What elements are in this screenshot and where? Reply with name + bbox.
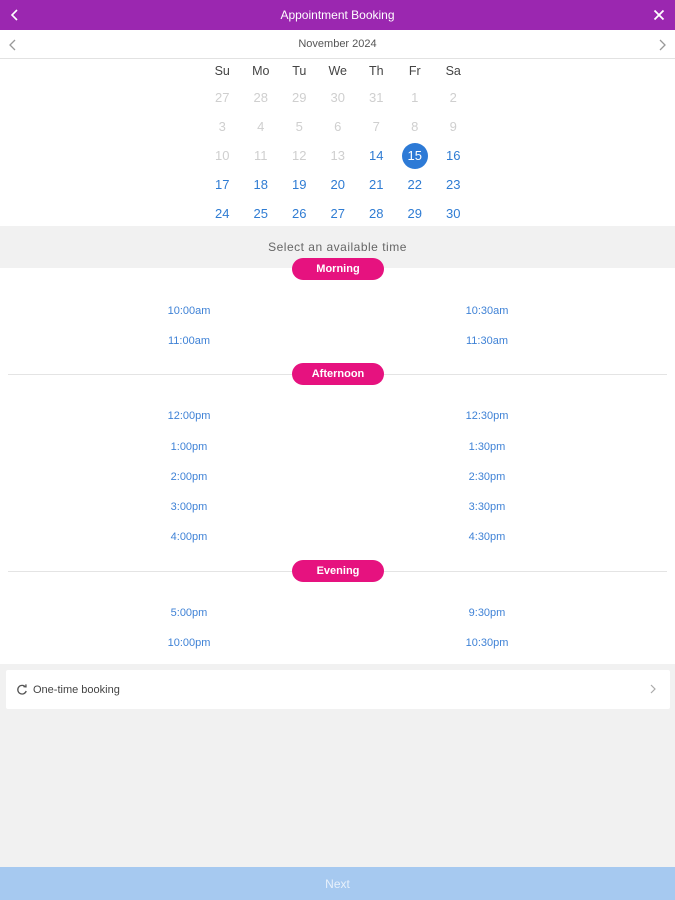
time-slot[interactable]: 9:30pm <box>442 603 532 623</box>
time-slot[interactable]: 4:00pm <box>144 527 234 547</box>
page-title: Appointment Booking <box>280 8 395 22</box>
calendar-day-available[interactable]: 19 <box>280 170 319 199</box>
time-slot[interactable]: 1:30pm <box>442 437 532 457</box>
time-slot[interactable]: 5:00pm <box>144 603 234 623</box>
time-slot[interactable]: 4:30pm <box>442 527 532 547</box>
section-pill-afternoon: Afternoon <box>292 363 384 385</box>
calendar-day-available[interactable]: 29 <box>396 199 435 228</box>
calendar-day-disabled: 7 <box>372 119 380 134</box>
time-slots-panel: Morning 10:00am 10:30am 11:00am 11:30am … <box>0 258 675 664</box>
time-prompt: Select an available time <box>268 240 407 254</box>
weekday-label: Sa <box>445 64 461 78</box>
calendar-day-disabled: 2 <box>449 90 457 105</box>
calendar-day-disabled: 6 <box>334 119 342 134</box>
weekday-label: We <box>328 64 348 78</box>
calendar-day-disabled: 12 <box>292 148 307 163</box>
chevron-right-icon <box>646 682 660 696</box>
time-slot[interactable]: 12:30pm <box>442 406 532 426</box>
calendar-day-available[interactable]: 30 <box>434 199 473 228</box>
chevron-left-icon <box>10 9 18 21</box>
time-slot[interactable]: 3:00pm <box>144 497 234 517</box>
booking-type-label: One-time booking <box>33 683 120 696</box>
section-pill-morning: Morning <box>292 258 384 280</box>
calendar-day-available[interactable]: 22 <box>396 170 435 199</box>
weekday-label: Mo <box>252 64 270 78</box>
calendar-day-available[interactable]: 23 <box>434 170 473 199</box>
time-slot[interactable]: 2:00pm <box>144 467 234 487</box>
calendar-day-disabled: 9 <box>449 119 457 134</box>
weekday-label: Tu <box>292 64 307 78</box>
calendar-day-disabled: 5 <box>295 119 303 134</box>
calendar-day-disabled: 29 <box>292 90 307 105</box>
section-pill-evening: Evening <box>292 560 384 582</box>
calendar-day-disabled: 11 <box>254 148 268 163</box>
weekday-label: Su <box>214 64 230 78</box>
time-slot[interactable]: 1:00pm <box>144 437 234 457</box>
time-slot[interactable]: 2:30pm <box>442 467 532 487</box>
calendar-day-disabled: 4 <box>257 119 265 134</box>
close-button[interactable] <box>649 5 669 25</box>
back-button[interactable] <box>5 5 25 25</box>
calendar-day-available[interactable]: 14 <box>357 141 396 170</box>
calendar-day-disabled: 8 <box>411 119 419 134</box>
calendar-day-disabled: 27 <box>215 90 230 105</box>
time-slot[interactable]: 10:30am <box>442 301 532 321</box>
chevron-right-icon <box>659 39 666 51</box>
chevron-left-icon <box>9 39 16 51</box>
calendar-day-disabled: 31 <box>369 90 384 105</box>
header-bar: Appointment Booking <box>0 0 675 30</box>
time-slot[interactable]: 11:30am <box>442 331 532 351</box>
calendar-day-disabled: 10 <box>215 148 230 163</box>
prev-month-button[interactable] <box>4 36 22 54</box>
calendar-day-selected[interactable]: 15 <box>396 141 435 170</box>
calendar-day-available[interactable]: 26 <box>280 199 319 228</box>
close-icon <box>653 9 665 21</box>
calendar-day-disabled: 1 <box>411 90 419 105</box>
calendar-day-available[interactable]: 27 <box>319 199 358 228</box>
time-slot[interactable]: 10:00pm <box>144 633 234 653</box>
time-slot[interactable]: 12:00pm <box>144 406 234 426</box>
repeat-icon <box>15 683 29 697</box>
weekday-label: Fr <box>408 64 421 78</box>
next-button[interactable]: Next <box>0 867 675 900</box>
calendar-day-disabled: 13 <box>330 148 345 163</box>
time-slot[interactable]: 11:00am <box>144 331 234 351</box>
calendar: Su Mo Tu We Th Fr Sa 27 28 29 30 31 1 2 3 4 5 6 7 8 9 10 11 12 1… <box>0 59 675 226</box>
calendar-day-available[interactable]: 28 <box>357 199 396 228</box>
time-slot[interactable]: 10:30pm <box>442 633 532 653</box>
booking-type-row[interactable]: One-time booking <box>6 670 670 709</box>
time-slot[interactable]: 10:00am <box>144 301 234 321</box>
calendar-day-disabled: 30 <box>330 90 345 105</box>
time-slot[interactable]: 3:30pm <box>442 497 532 517</box>
calendar-day-available[interactable]: 25 <box>242 199 281 228</box>
next-month-button[interactable] <box>653 36 671 54</box>
weekday-label: Th <box>368 64 384 78</box>
calendar-day-available[interactable]: 24 <box>203 199 242 228</box>
calendar-day-number: 15 <box>401 142 428 169</box>
month-label: November 2024 <box>298 38 377 50</box>
calendar-day-disabled: 3 <box>218 119 226 134</box>
calendar-day-available[interactable]: 17 <box>203 170 242 199</box>
calendar-day-available[interactable]: 21 <box>357 170 396 199</box>
calendar-grid: Su Mo Tu We Th Fr Sa 27 28 29 30 31 1 2 3 4 5 6 7 8 9 10 11 12 1… <box>203 59 473 228</box>
calendar-day-disabled: 28 <box>253 90 268 105</box>
month-navigator: November 2024 <box>0 30 675 59</box>
calendar-day-available[interactable]: 18 <box>242 170 281 199</box>
calendar-day-available[interactable]: 20 <box>319 170 358 199</box>
calendar-day-available[interactable]: 16 <box>434 141 473 170</box>
